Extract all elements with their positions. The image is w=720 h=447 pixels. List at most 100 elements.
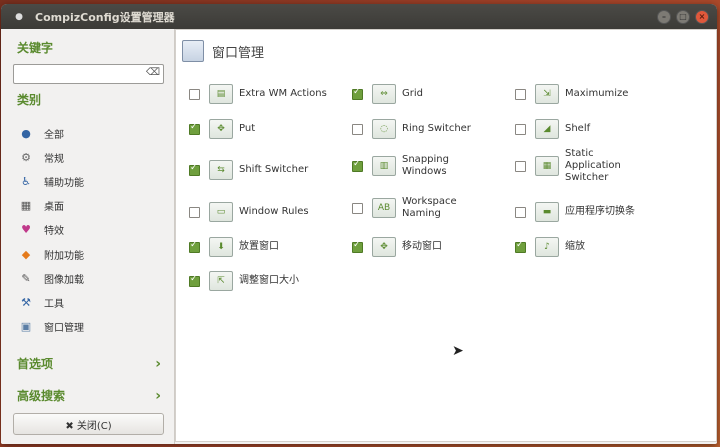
- plugin-shift-switcher[interactable]: ⇆ Shift Switcher: [189, 160, 308, 180]
- plugin-icon: ⇆: [209, 160, 233, 180]
- plugin-label: Shift Switcher: [239, 164, 309, 175]
- plugin-label: Static Application Switcher: [565, 148, 621, 183]
- category-item-extras[interactable]: ◆ 附加功能: [19, 242, 84, 266]
- plugin-label: Extra WM Actions: [239, 88, 327, 99]
- category-item-all[interactable]: ● 全部: [19, 121, 84, 145]
- chevron-right-icon: ›: [155, 387, 161, 404]
- plugin-checkbox[interactable]: [352, 159, 363, 172]
- category-item-tools[interactable]: ⚒ 工具: [19, 290, 84, 314]
- category-item-effects[interactable]: ♥ 特效: [19, 218, 84, 242]
- plugin-workspace-naming[interactable]: AB Workspace Naming: [352, 196, 464, 220]
- plugin-checkbox[interactable]: [189, 163, 200, 176]
- plugin-icon: ⇱: [209, 271, 233, 291]
- close-button[interactable]: ✖ 关闭(C): [13, 413, 164, 435]
- plugin-checkbox[interactable]: [352, 87, 363, 100]
- category-item-general[interactable]: ⚙ 常规: [19, 145, 84, 169]
- globe-icon: ●: [21, 126, 31, 140]
- plugin-label: 应用程序切换条: [565, 206, 635, 217]
- clear-icon[interactable]: ⌫: [146, 67, 160, 78]
- compiz-settings-window: ● CompizConfig设置管理器 – □ × 关键字 ⌫ 类别 ● 全部 …: [1, 4, 717, 444]
- plugin-icon: ⇲: [535, 84, 559, 104]
- mouse-pointer-icon: ➤: [452, 343, 464, 359]
- window-title: CompizConfig设置管理器: [35, 10, 175, 24]
- category-label: 特效: [44, 226, 64, 238]
- category-item-accessibility[interactable]: ♿ 辅助功能: [19, 169, 84, 193]
- plugin-application-switcher-bar[interactable]: ▬ 应用程序切换条: [515, 202, 635, 222]
- plugin-checkbox[interactable]: [189, 88, 200, 100]
- plugin-put[interactable]: ✥ Put: [189, 119, 255, 139]
- plugin-label: 放置窗口: [239, 241, 279, 252]
- keyword-heading: 关键字: [17, 41, 54, 55]
- plugin-checkbox[interactable]: [515, 123, 526, 135]
- category-item-window-management[interactable]: ▣ 窗口管理: [19, 315, 84, 339]
- plugin-checkbox[interactable]: [352, 240, 363, 253]
- plugin-ring-switcher[interactable]: ◌ Ring Switcher: [352, 119, 471, 139]
- plugin-checkbox[interactable]: [189, 206, 200, 218]
- title-bar[interactable]: ● CompizConfig设置管理器 – □ ×: [1, 4, 717, 29]
- category-label: 附加功能: [44, 250, 84, 262]
- plugin-icon: ▦: [535, 156, 559, 176]
- plugin-maximumize[interactable]: ⇲ Maximumize: [515, 84, 628, 104]
- plugin-checkbox[interactable]: [515, 88, 526, 100]
- plugin-label: Shelf: [565, 123, 591, 134]
- minimize-icon[interactable]: –: [657, 10, 671, 24]
- plugin-checkbox[interactable]: [352, 123, 363, 135]
- panel-header: 窗口管理: [182, 40, 264, 62]
- plugin-label: 调整窗口大小: [239, 275, 299, 286]
- plugin-label: Workspace Naming: [402, 196, 457, 219]
- search-input[interactable]: ⌫: [13, 64, 164, 84]
- plugin-icon: ▭: [209, 202, 233, 222]
- plugin-icon: ✥: [372, 237, 396, 257]
- plugin-icon: ▤: [209, 84, 233, 104]
- category-label: 图像加载: [44, 274, 84, 286]
- preferences-label: 首选项: [17, 357, 54, 371]
- window-management-icon: ▣: [20, 320, 32, 334]
- category-item-image-loading[interactable]: ✎ 图像加载: [19, 266, 84, 290]
- extras-icon: ◆: [21, 247, 31, 261]
- maximize-icon[interactable]: □: [676, 10, 690, 24]
- plugin-icon: ◢: [535, 119, 559, 139]
- plugin-label: Grid: [402, 88, 423, 99]
- plugin-move-window[interactable]: ✥ 移动窗口: [352, 237, 442, 257]
- image-loading-icon: ✎: [21, 271, 31, 285]
- category-label: 窗口管理: [44, 323, 84, 335]
- category-label: 辅助功能: [44, 177, 84, 189]
- plugin-icon: ♪: [535, 237, 559, 257]
- plugin-scale[interactable]: ♪ 缩放: [515, 237, 585, 257]
- plugin-static-application-switcher[interactable]: ▦ Static Application Switcher: [515, 148, 625, 184]
- plugin-label: 移动窗口: [402, 241, 442, 252]
- plugin-checkbox[interactable]: [189, 274, 200, 287]
- plugin-grid[interactable]: ⇔ Grid: [352, 84, 423, 104]
- plugin-extra-wm-actions[interactable]: ▤ Extra WM Actions: [189, 84, 327, 104]
- category-item-desktop[interactable]: ▦ 桌面: [19, 194, 84, 218]
- window-controls: – □ ×: [657, 10, 709, 24]
- category-label: 桌面: [44, 202, 64, 214]
- plugin-shelf[interactable]: ◢ Shelf: [515, 119, 590, 139]
- plugin-checkbox[interactable]: [515, 160, 526, 172]
- plugin-label: Ring Switcher: [402, 123, 471, 134]
- plugin-icon: ✥: [209, 119, 233, 139]
- plugin-label: Snapping Windows: [402, 154, 449, 177]
- plugin-resize-window[interactable]: ⇱ 调整窗口大小: [189, 271, 299, 291]
- plugin-checkbox[interactable]: [515, 206, 526, 218]
- plugin-window-rules[interactable]: ▭ Window Rules: [189, 202, 309, 222]
- plugin-label: Window Rules: [239, 206, 309, 217]
- plugin-icon: ⇔: [372, 84, 396, 104]
- close-window-icon[interactable]: ×: [695, 10, 709, 24]
- plugin-snapping-windows[interactable]: ▥ Snapping Windows: [352, 154, 462, 178]
- window-menu-icon[interactable]: ●: [11, 9, 27, 25]
- plugin-icon: ▬: [535, 202, 559, 222]
- advanced-search-link[interactable]: 高级搜索 ›: [17, 387, 161, 404]
- preferences-link[interactable]: 首选项 ›: [17, 355, 161, 372]
- effects-icon: ♥: [21, 223, 31, 237]
- plugin-checkbox[interactable]: [515, 240, 526, 253]
- sidebar: 关键字 ⌫ 类别 ● 全部 ⚙ 常规 ♿ 辅助功能 ▦ 桌面 ♥ 特效 ◆ 附加…: [1, 29, 175, 444]
- category-list: ● 全部 ⚙ 常规 ♿ 辅助功能 ▦ 桌面 ♥ 特效 ◆ 附加功能 ✎ 图像加载…: [19, 121, 84, 339]
- category-label: 全部: [44, 129, 64, 141]
- plugin-label: 缩放: [565, 241, 585, 252]
- plugin-checkbox[interactable]: [189, 122, 200, 135]
- plugin-checkbox[interactable]: [352, 202, 363, 214]
- plugin-place-windows[interactable]: ⬇ 放置窗口: [189, 237, 279, 257]
- plugin-checkbox[interactable]: [189, 240, 200, 253]
- advanced-search-label: 高级搜索: [17, 389, 66, 403]
